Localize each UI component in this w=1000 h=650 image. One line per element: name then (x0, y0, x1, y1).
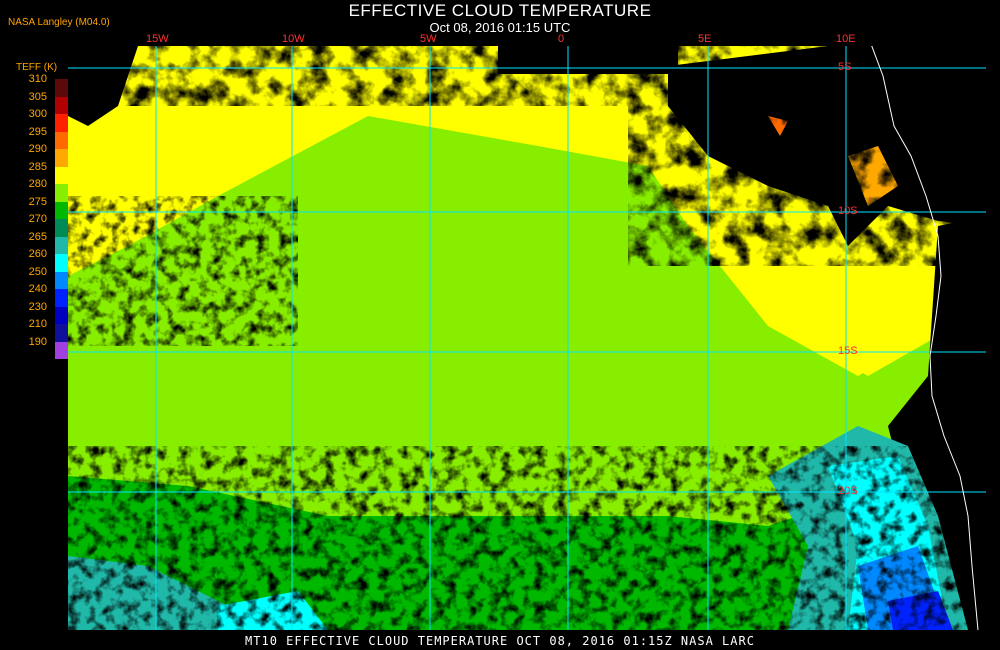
legend-label: 210 (28, 318, 47, 330)
longitude-label: 10E (836, 33, 856, 45)
legend-label: 305 (28, 90, 47, 103)
longitude-label: 10W (282, 33, 305, 45)
legend-label: 190 (28, 335, 47, 348)
longitude-label: 0 (558, 33, 565, 45)
cloud-field (68, 46, 986, 630)
legend-label: 250 (28, 265, 47, 278)
latitude-label: 5S (838, 61, 852, 73)
longitude-label: 5E (698, 33, 712, 45)
legend-label: 290 (28, 143, 47, 155)
legend-label: 270 (28, 213, 47, 225)
satellite-image (68, 46, 986, 630)
legend-title: TEFF (K) (16, 62, 58, 73)
legend-label: 265 (28, 230, 47, 243)
source-label: NASA Langley (M04.0) (8, 17, 110, 28)
map-title: EFFECTIVE CLOUD TEMPERATURE (348, 1, 652, 20)
legend-label: 230 (28, 300, 47, 313)
latitude-label: 20S (838, 485, 858, 497)
latitude-label: 15S (838, 345, 858, 357)
cloud-region (68, 446, 986, 630)
cloud-temperature-map (68, 46, 986, 630)
longitude-label: 15W (146, 33, 169, 45)
legend-label: 280 (28, 178, 47, 190)
legend-label: 240 (28, 283, 47, 295)
cloud-region (68, 46, 986, 106)
legend-label: 285 (28, 160, 47, 173)
cloud-region (68, 196, 298, 346)
latitude-label: 10S (838, 205, 858, 217)
legend-label: 295 (28, 125, 47, 138)
longitude-label: 5W (420, 33, 437, 45)
footer-caption: MT10 EFFECTIVE CLOUD TEMPERATURE OCT 08,… (245, 634, 755, 648)
legend-label: 260 (28, 248, 47, 260)
legend-label: 275 (28, 195, 47, 208)
legend-label: 310 (28, 73, 47, 85)
legend-label: 300 (28, 108, 47, 120)
